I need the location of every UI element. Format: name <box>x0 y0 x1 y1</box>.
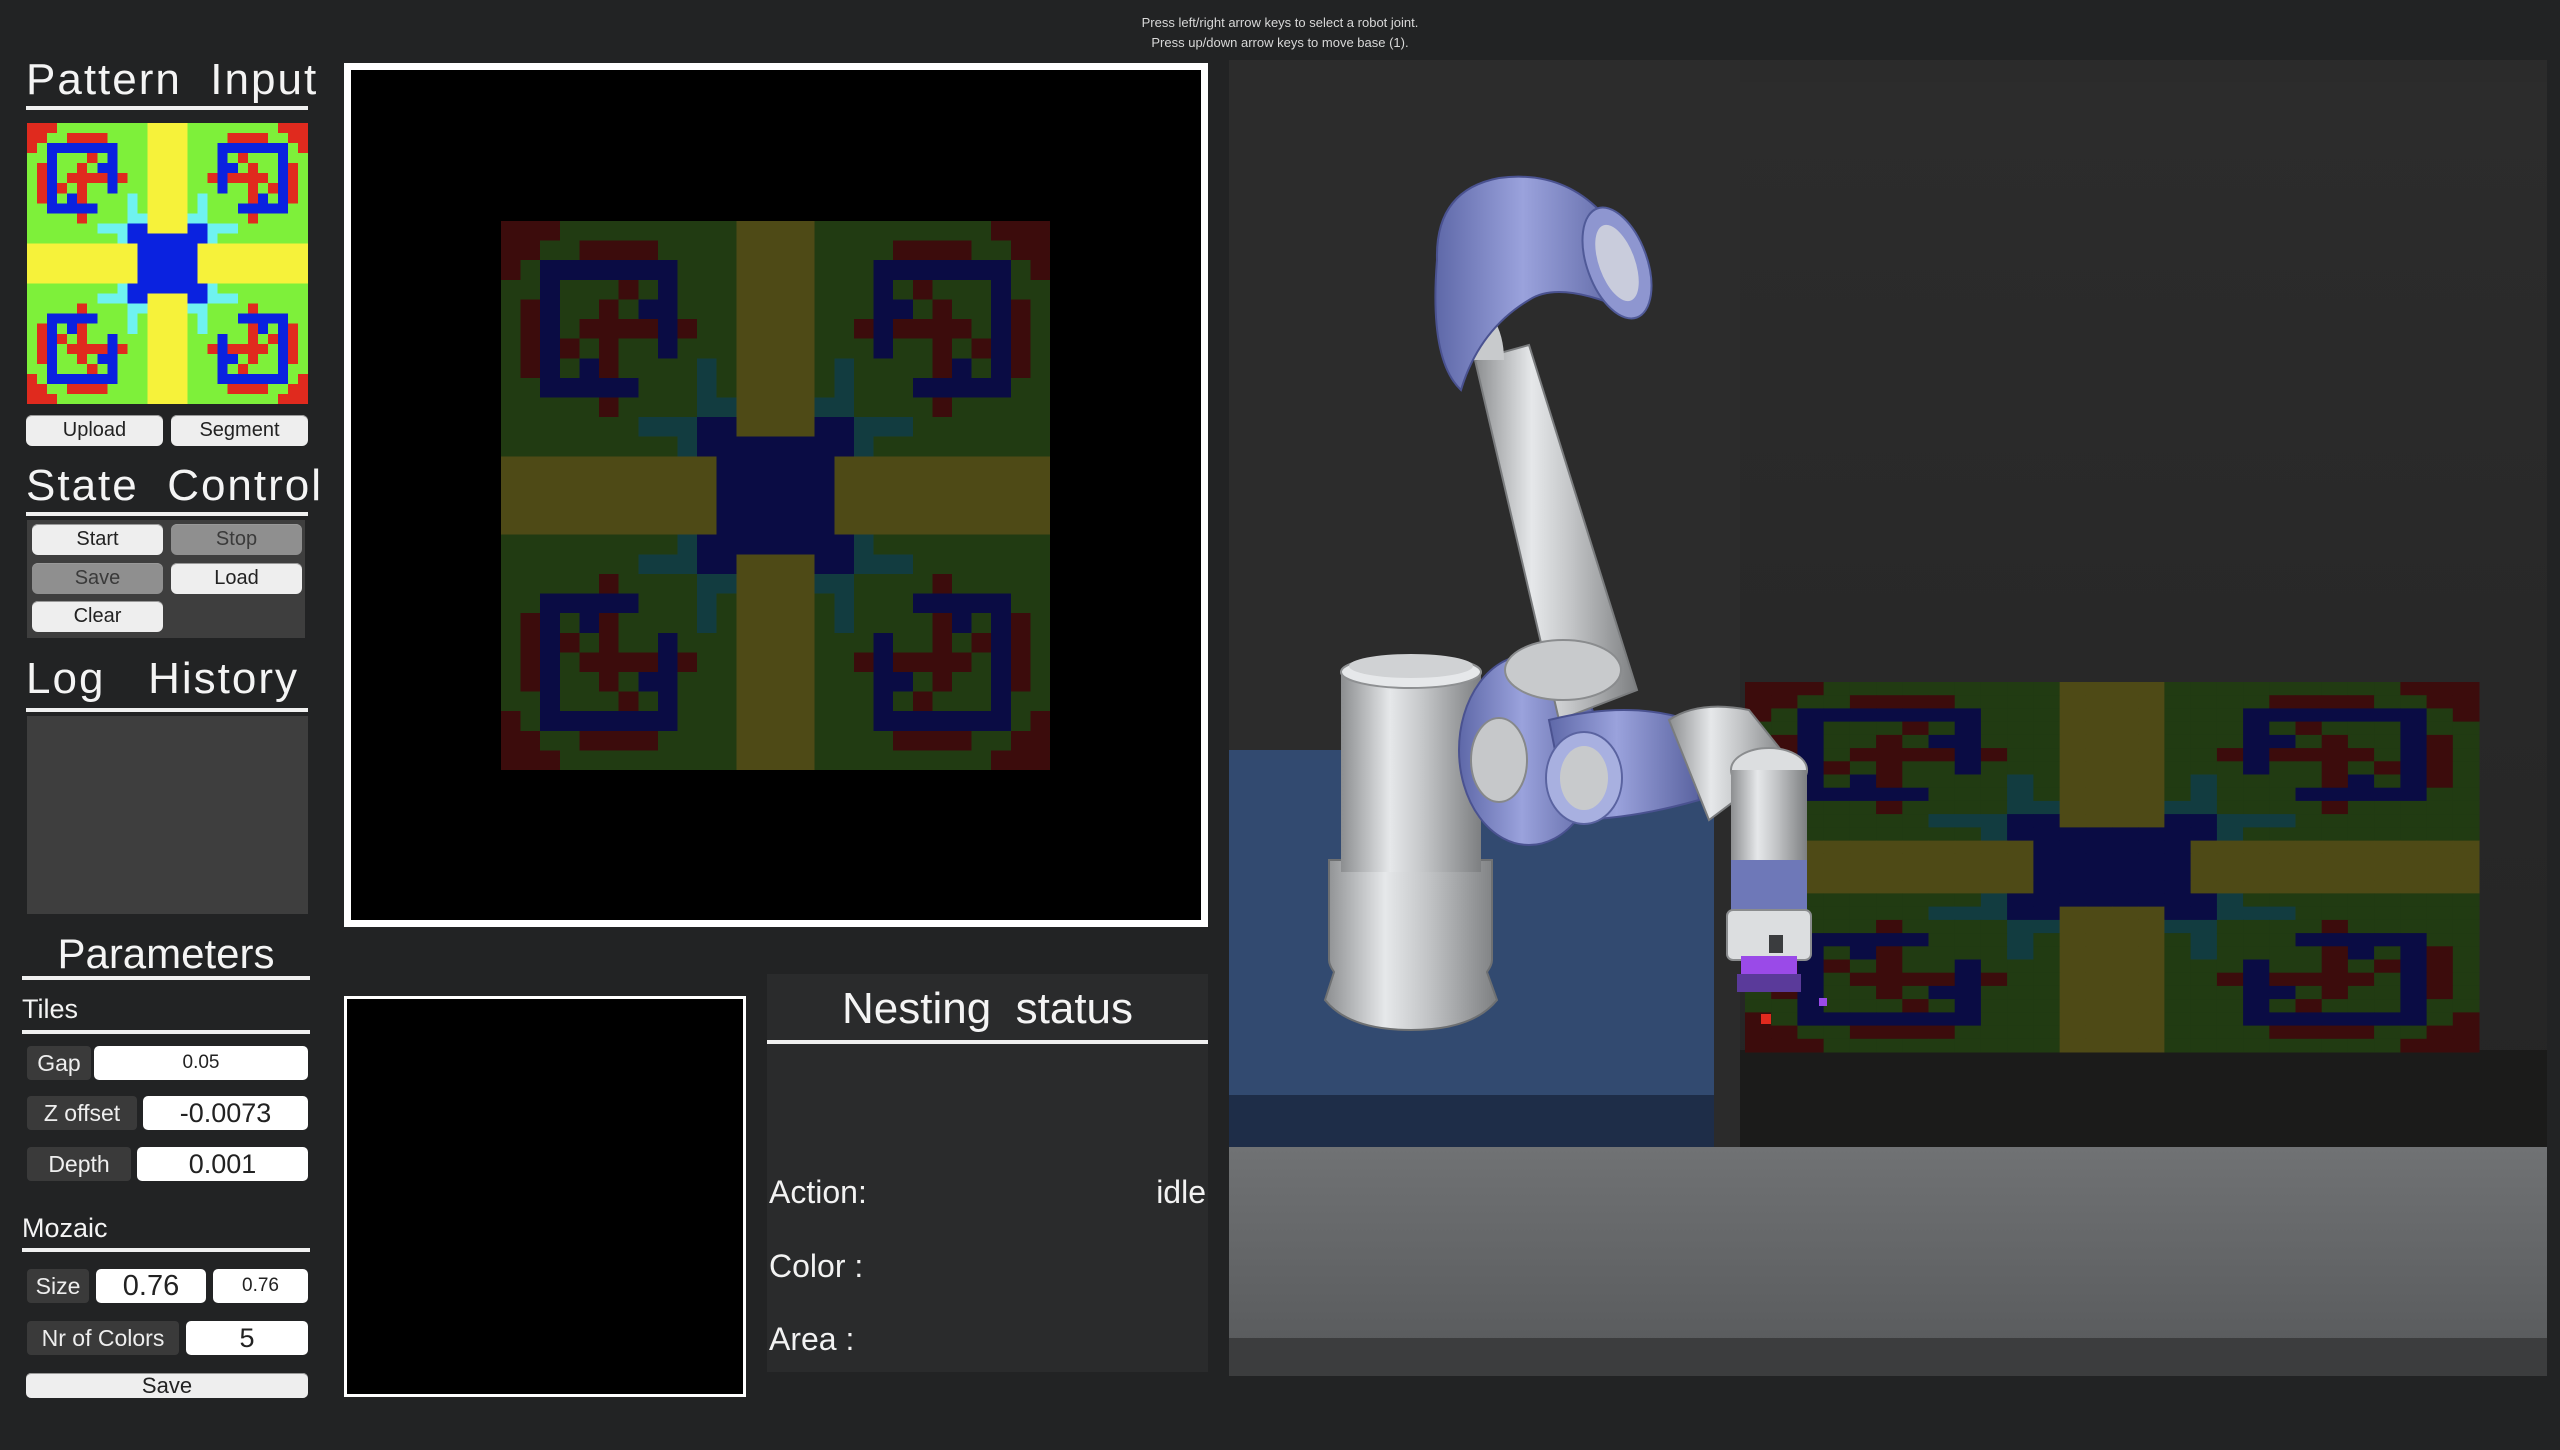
mosaic-workbench <box>1740 1050 2547 1150</box>
load-button[interactable]: Load <box>171 563 302 594</box>
depth-input[interactable] <box>137 1147 308 1181</box>
start-button[interactable]: Start <box>32 524 163 555</box>
save-state-button[interactable]: Save <box>32 563 163 594</box>
robot-3d-viewport[interactable] <box>1229 60 2547 1376</box>
size-y-input[interactable] <box>213 1269 308 1303</box>
mosaic-preview-frame <box>344 63 1208 927</box>
nesting-status-title: Nesting status <box>767 974 1208 1044</box>
color-label: Color : <box>769 1248 864 1284</box>
log-history-panel[interactable] <box>27 716 308 914</box>
state-control-title: State Control <box>26 458 321 516</box>
save-parameters-button[interactable]: Save <box>26 1373 308 1398</box>
mosaic-preview <box>501 221 1050 770</box>
action-label: Action: <box>769 1174 867 1210</box>
clear-button[interactable]: Clear <box>32 601 163 632</box>
depth-label: Depth <box>27 1147 131 1181</box>
size-label: Size <box>27 1269 89 1303</box>
hint-base-move: Press up/down arrow keys to move base (1… <box>1151 35 1409 50</box>
floor-edge <box>1229 1338 2547 1376</box>
z-offset-label: Z offset <box>27 1096 137 1130</box>
tile-preview-frame <box>344 996 746 1397</box>
action-value: idle <box>1156 1174 1206 1210</box>
size-x-input[interactable] <box>96 1269 206 1303</box>
parameters-title: Parameters <box>22 928 310 980</box>
gap-label: Gap <box>27 1046 91 1080</box>
z-offset-input[interactable] <box>143 1096 308 1130</box>
floor-platform <box>1229 1147 2547 1343</box>
blue-table-front <box>1229 1095 1714 1150</box>
pattern-input-image[interactable] <box>27 123 308 404</box>
segment-button[interactable]: Segment <box>171 415 308 446</box>
nr-colors-input[interactable] <box>186 1321 308 1355</box>
hint-joint-select: Press left/right arrow keys to select a … <box>1141 15 1419 30</box>
log-history-title: Log History <box>26 650 308 712</box>
nr-colors-label: Nr of Colors <box>27 1321 179 1355</box>
gap-input[interactable] <box>94 1046 308 1080</box>
stop-button[interactable]: Stop <box>171 524 302 555</box>
scene-mosaic <box>1745 682 2480 1053</box>
pattern-input-title: Pattern Input <box>26 52 316 110</box>
mozaic-section-title: Mozaic <box>22 1208 310 1252</box>
tiles-section-title: Tiles <box>22 990 310 1034</box>
area-label: Area : <box>769 1321 855 1357</box>
upload-button[interactable]: Upload <box>26 415 163 446</box>
